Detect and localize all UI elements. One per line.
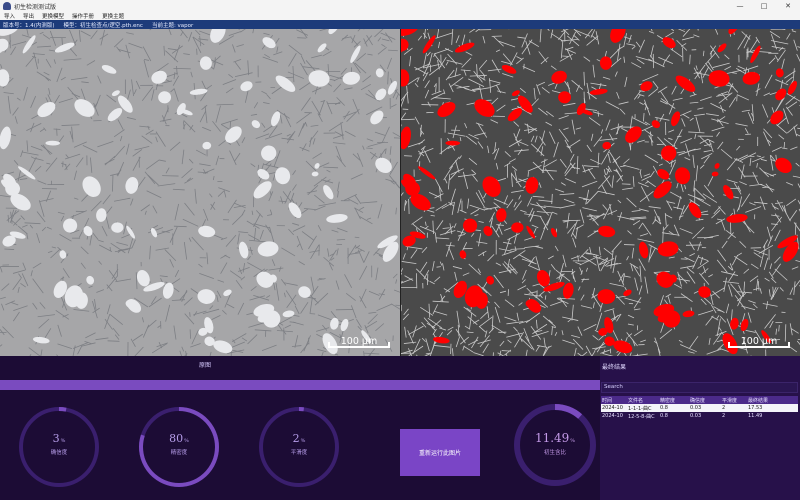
lamella-line (436, 266, 441, 268)
scale-line (328, 342, 390, 348)
gauge-value: 2% (292, 432, 306, 445)
table-cell: 0.03 (690, 405, 702, 411)
window-controls: — □ ✕ (728, 0, 800, 12)
results-panel: 最终结果 Search 时间 文件名 精密度 确信度 平滑度 最终结果 2024… (600, 356, 800, 500)
lamella-line (176, 65, 178, 76)
gauge-value: 80% (169, 432, 189, 445)
menu-manual[interactable]: 操作手册 (72, 12, 94, 20)
section-title: 原图 (198, 362, 211, 369)
lamella-line (787, 298, 793, 300)
table-row[interactable]: 2024-10 1-1-1-曲C 0.8 0.03 2 17.53 (601, 404, 798, 412)
gauge-track (259, 407, 339, 487)
gauge-arc (554, 404, 583, 419)
gauge-label: 确信度 (50, 450, 68, 456)
table-cell: 17.53 (748, 405, 763, 411)
lamella-line (173, 67, 191, 70)
search-input[interactable]: Search (601, 382, 798, 393)
theme-label: 当前主题: vapor (151, 22, 194, 29)
model-label: 模型：初生检查点/逻空.pth.enc (63, 22, 143, 29)
column-header[interactable]: 精密度 (659, 397, 689, 404)
table-cell: 2 (722, 405, 726, 411)
app-logo-icon (3, 2, 11, 10)
column-header[interactable]: 文件名 (627, 397, 659, 404)
gauge-label: 精密度 (170, 450, 188, 456)
menu-export[interactable]: 导出 (23, 12, 34, 20)
table-row[interactable]: 2024-10 12-5-8-曲C 0.8 0.03 2 11.49 (601, 412, 798, 420)
gauge-confidence: 3% 确信度 (17, 405, 101, 489)
table-cell: 0.8 (660, 405, 668, 411)
table-header: 时间 文件名 精密度 确信度 平滑度 最终结果 (601, 396, 798, 404)
gauge-value: 3% (52, 432, 66, 445)
table-cell: 12-5-8-曲C (628, 413, 655, 420)
column-header[interactable]: 平滑度 (721, 397, 747, 404)
rerun-image-button[interactable]: 重新运行此图片 (400, 429, 480, 476)
result-label: 初生含比 (543, 450, 566, 456)
gauge-precision: 80% 精密度 (137, 405, 221, 489)
table-cell: 2 (722, 413, 726, 419)
table-cell: 2024-10 (602, 413, 623, 419)
gauge-arc (58, 407, 67, 412)
scale-line (728, 342, 790, 348)
lamella-line (551, 193, 553, 204)
gauge-track (514, 404, 596, 486)
results-title: 最终结果 (602, 364, 627, 371)
column-header[interactable]: 最终结果 (747, 397, 798, 404)
column-header[interactable]: 时间 (601, 397, 627, 404)
dashboard: 原图 3% 确信度 80% 精密度 2% 平滑度 重新运行此图片 11.49% … (0, 356, 800, 500)
lamella-line (107, 340, 120, 342)
table-cell: 11.49 (748, 413, 763, 419)
menu-bar: 导入 导出 更换模型 操作手册 更换主题 (0, 12, 800, 20)
app-window: 初生检测测试版 — □ ✕ 导入 导出 更换模型 操作手册 更换主题 100 μ… (0, 0, 800, 500)
gauge-result: 11.49% 初生含比 (513, 403, 597, 487)
menu-change-theme[interactable]: 更换主题 (102, 12, 124, 20)
scale-bar: 100 μm (328, 336, 390, 348)
gauge-track (19, 407, 99, 487)
title-bar: 初生检测测试版 — □ ✕ (0, 0, 800, 12)
status-bar: 版本号：1.4(内测版) 模型：初生检查点/逻空.pth.enc 当前主题: v… (0, 20, 800, 29)
scale-bar: 100 μm (728, 336, 790, 348)
table-cell: 2024-10 (602, 405, 623, 411)
close-button[interactable]: ✕ (776, 0, 800, 12)
original-image: 100 μm (0, 20, 400, 356)
gauge-label: 平滑度 (290, 450, 308, 456)
table-cell: 0.03 (690, 413, 702, 419)
window-title: 初生检测测试版 (14, 3, 57, 11)
table-cell: 1-1-1-曲C (628, 405, 652, 412)
micrograph-detection (401, 20, 800, 356)
progress-bar (0, 380, 600, 390)
gauge-smoothness: 2% 平滑度 (257, 405, 341, 489)
micrograph-original (0, 20, 400, 356)
result-value: 11.49% (534, 431, 576, 445)
column-header[interactable]: 确信度 (689, 397, 721, 404)
results-table: 时间 文件名 精密度 确信度 平滑度 最终结果 2024-10 1-1-1-曲C… (601, 396, 798, 420)
table-cell: 0.8 (660, 413, 668, 419)
maximize-button[interactable]: □ (752, 0, 776, 12)
metrics-panel: 原图 3% 确信度 80% 精密度 2% 平滑度 重新运行此图片 11.49% … (0, 356, 600, 500)
micrograph-background (0, 20, 400, 356)
detection-image: 100 μm (401, 20, 800, 356)
menu-import[interactable]: 导入 (4, 12, 15, 20)
progress-fill (0, 380, 600, 390)
lamella-line (408, 198, 410, 215)
version-label: 版本号：1.4(内测版) (3, 22, 55, 29)
minimize-button[interactable]: — (728, 0, 752, 12)
lamella-line (112, 175, 114, 192)
menu-change-model[interactable]: 更换模型 (42, 12, 64, 20)
